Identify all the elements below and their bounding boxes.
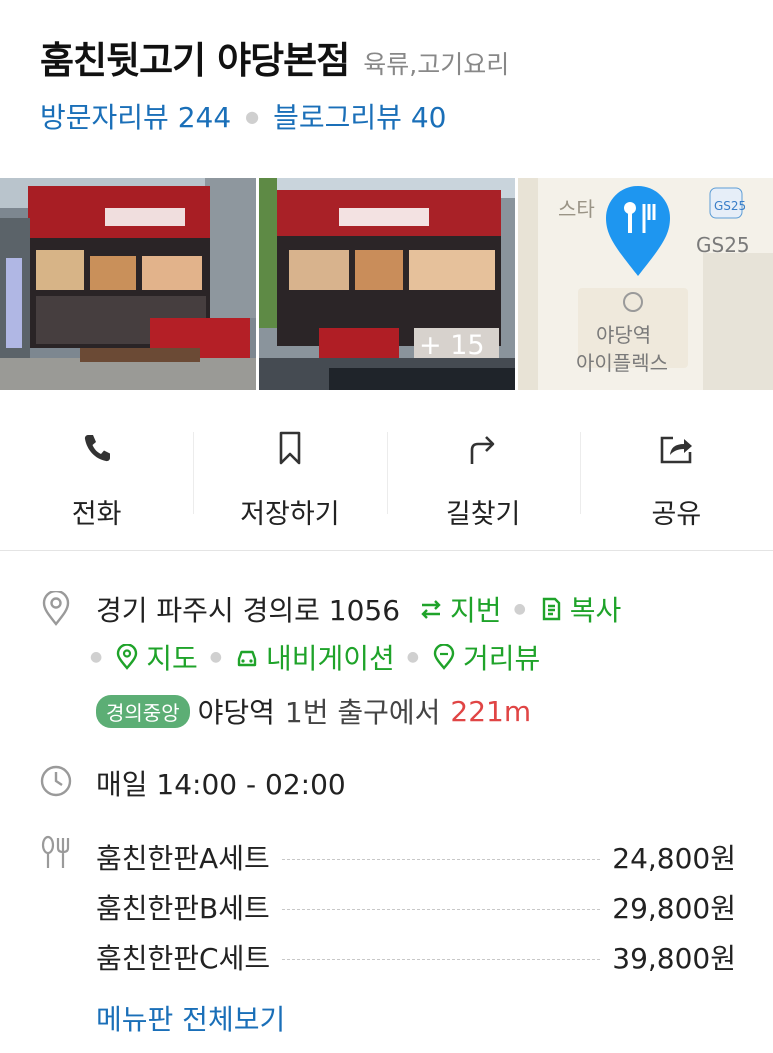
storefront-photo-2[interactable]: + 15 xyxy=(259,178,515,390)
separator-dot: ● xyxy=(90,649,103,665)
save-button[interactable]: 저장하기 xyxy=(193,400,386,550)
map-label-partial: 스타 xyxy=(558,197,595,221)
menu-item-price: 29,800원 xyxy=(612,892,736,925)
menu-item-name: 훔친한판B세트 xyxy=(96,892,270,925)
map-pin-icon xyxy=(117,644,138,670)
street-view-label: 거리뷰 xyxy=(463,642,541,675)
copy-label: 복사 xyxy=(569,594,622,627)
station-name: 야당역 xyxy=(197,696,275,729)
directions-label: 길찾기 xyxy=(445,499,521,530)
lot-number-label: 지번 xyxy=(450,594,502,627)
blog-review-link[interactable]: 블로그리뷰 40 xyxy=(273,96,446,136)
mini-map[interactable]: 스타 GS25 GS25 야당역 아이플렉스 xyxy=(518,178,773,390)
street-view-link[interactable]: 거리뷰 xyxy=(431,637,540,677)
menu-item-price: 24,800원 xyxy=(612,842,736,875)
station-distance: 221m xyxy=(450,694,532,728)
copy-address-button[interactable]: 복사 xyxy=(538,589,622,629)
navigation-label: 내비게이션 xyxy=(265,642,395,675)
dotted-leader xyxy=(281,908,601,910)
copy-icon xyxy=(542,597,560,621)
storefront-photo-1[interactable] xyxy=(0,178,256,390)
menu-item[interactable]: 훔친한판A세트 24,800원 xyxy=(96,837,736,877)
more-photos-count: + 15 xyxy=(419,330,485,361)
call-button[interactable]: 전화 xyxy=(0,400,193,550)
action-bar: 전화 저장하기 길찾기 공유 xyxy=(0,400,773,551)
map-label: 지도 xyxy=(146,642,198,675)
business-hours[interactable]: 매일 14:00 - 02:00 xyxy=(96,763,346,803)
map-label-building: 아이플렉스 xyxy=(576,351,668,375)
place-header: 훔친뒷고기 야당본점 육류,고기요리 방문자리뷰 244 ● 블로그리뷰 40 xyxy=(40,30,753,136)
place-name: 훔친뒷고기 야당본점 xyxy=(40,39,350,82)
lot-number-button[interactable]: 지번 xyxy=(418,589,502,629)
swap-icon xyxy=(421,600,441,619)
menu-item-price: 39,800원 xyxy=(612,942,736,975)
map-label-station: 야당역 xyxy=(596,323,651,347)
separator-dot: ● xyxy=(513,601,526,617)
call-label: 전화 xyxy=(71,499,122,530)
menu-item[interactable]: 훔친한판C세트 39,800원 xyxy=(96,937,736,977)
directions-icon xyxy=(470,436,495,464)
view-full-menu-link[interactable]: 메뉴판 전체보기 xyxy=(96,998,285,1038)
menu-item[interactable]: 훔친한판B세트 29,800원 xyxy=(96,887,736,927)
subway-line-badge: 경의중앙 xyxy=(96,694,190,728)
navigation-link[interactable]: 내비게이션 xyxy=(234,637,395,677)
place-category: 육류,고기요리 xyxy=(363,50,510,79)
phone-icon xyxy=(84,435,110,462)
menu-item-name: 훔친한판A세트 xyxy=(96,842,270,875)
save-label: 저장하기 xyxy=(240,499,340,530)
clock-icon xyxy=(40,765,72,797)
separator-dot: ● xyxy=(406,649,419,665)
gs25-badge: GS25 xyxy=(714,199,746,213)
car-icon xyxy=(237,650,257,667)
menu-item-name: 훔친한판C세트 xyxy=(96,942,271,975)
separator-dot: ● xyxy=(245,106,260,126)
visitor-review-link[interactable]: 방문자리뷰 244 xyxy=(40,96,231,136)
dotted-leader xyxy=(281,858,601,860)
map-link[interactable]: 지도 xyxy=(114,637,198,677)
bookmark-icon xyxy=(279,431,301,465)
exit-text: 1번 출구에서 xyxy=(284,696,441,729)
share-label: 공유 xyxy=(651,499,702,530)
address-text: 경기 파주시 경의로 1056 xyxy=(96,594,401,627)
street-view-icon xyxy=(433,644,455,670)
dotted-leader xyxy=(282,958,601,960)
share-icon xyxy=(661,436,693,464)
location-pin-icon xyxy=(42,591,70,626)
fork-knife-icon xyxy=(41,835,70,868)
share-button[interactable]: 공유 xyxy=(579,400,773,550)
photo-strip: + 15 스타 GS25 GS25 야당역 아이플렉스 xyxy=(0,178,773,390)
directions-button[interactable]: 길찾기 xyxy=(386,400,580,550)
map-label-gs25: GS25 xyxy=(696,233,750,257)
separator-dot: ● xyxy=(209,649,222,665)
